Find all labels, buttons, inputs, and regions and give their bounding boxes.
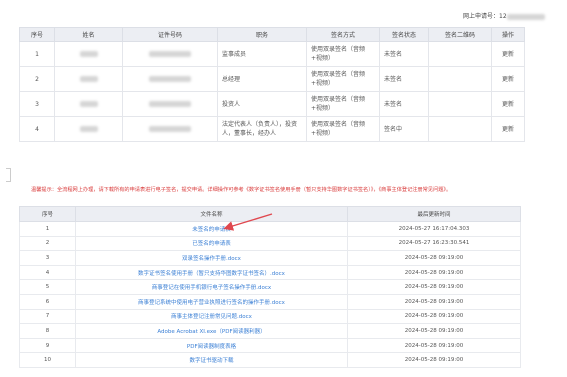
signer-status: 签名中: [379, 116, 429, 142]
file-no: 5: [19, 279, 76, 295]
file-no: 10: [19, 352, 76, 368]
file-row: 5 商事登记在使用手机银行电子签名操作手册.docx 2024-05-28 09:1…: [19, 279, 521, 295]
file-no: 7: [19, 308, 76, 325]
file-updated-time: 2024-05-28 09:19:00: [347, 337, 521, 354]
online-application-number: 网上申请号：12: [463, 11, 545, 20]
signer-id-redacted: [122, 66, 218, 92]
file-updated-time: 2024-05-28 09:19:00: [347, 323, 521, 339]
update-link[interactable]: 更新: [491, 41, 525, 67]
notice-text: 温馨提示：全流程网上办理，请下载所有的申请表进行电子签名，提交申请。详细操作可参…: [31, 187, 452, 193]
file-row: 4 数字证书签名使用手册（暂只支持华图数字证书签名）.docx 2024-05-28…: [19, 264, 521, 281]
signer-no: 1: [19, 41, 55, 67]
file-link[interactable]: Adobe Acrobat XI.exe（PDF阅读器利器）: [75, 323, 348, 339]
signer-name-redacted: [54, 41, 123, 67]
file-row: 10 数字证书驱动下载 2024-05-28 09:19:00: [19, 352, 521, 368]
col-header-sign-qrcode: 签名二维码: [428, 27, 492, 42]
file-no: 1: [19, 221, 76, 237]
signer-role: 法定代表人（负责人），投资人，董事长，经办人: [217, 116, 307, 142]
signer-row: 2 总经理 使用双录签名（音频+视频） 未签名 更新: [19, 66, 525, 92]
file-row: 9 PDF阅读器制度表格 2024-05-28 09:19:00: [19, 337, 521, 354]
signer-no: 2: [19, 66, 55, 92]
signer-method: 使用双录签名（音频+视频）: [306, 116, 380, 142]
file-link[interactable]: 数字证书签名使用手册（暂只支持华图数字证书签名）.docx: [75, 264, 348, 281]
col-header-file-no: 序号: [19, 206, 76, 222]
file-link[interactable]: 已签名的申请表: [75, 235, 348, 252]
file-row: 1 未签名的申请表 2024-05-27 16:17:04.303: [19, 221, 521, 237]
signer-no: 4: [19, 116, 55, 142]
signer-status: 未签名: [379, 91, 429, 117]
col-header-name: 姓名: [54, 27, 123, 42]
signer-id-redacted: [122, 41, 218, 67]
file-updated-time: 2024-05-27 16:23:30.541: [347, 235, 521, 252]
file-row: 3 双录签名操作手册.docx 2024-05-28 09:19:00: [19, 250, 521, 266]
signer-method: 使用双录签名（音频+视频）: [306, 66, 380, 92]
file-updated-time: 2024-05-27 16:17:04.303: [347, 221, 521, 237]
file-row: 7 商事主体登记注册常见问题.docx 2024-05-28 09:19:00: [19, 308, 521, 325]
signer-row: 3 投资人 使用双录签名（音频+视频） 未签名 更新: [19, 91, 525, 117]
signer-qrcode: [428, 116, 492, 142]
signer-method: 使用双录签名（音频+视频）: [306, 41, 380, 67]
file-no: 2: [19, 235, 76, 252]
file-updated-time: 2024-05-28 09:19:00: [347, 279, 521, 295]
file-updated-time: 2024-05-28 09:19:00: [347, 308, 521, 325]
signers-header-row: 序号 姓名 证件号码 职务 签名方式 签名状态 签名二维码 操作: [19, 27, 525, 42]
signer-role: 监事成员: [217, 41, 307, 67]
signer-qrcode: [428, 41, 492, 67]
file-updated-time: 2024-05-28 09:19:00: [347, 352, 521, 368]
files-table: 序号 文件名称 最后更新时间 1 未签名的申请表 2024-05-27 16:17:…: [19, 206, 521, 368]
signer-row: 1 监事成员 使用双录签名（音频+视频） 未签名 更新: [19, 41, 525, 67]
file-link[interactable]: 数字证书驱动下载: [75, 352, 348, 368]
file-link[interactable]: 商事登记系统中使用电子营业执照进行签名的操作手册.docx: [75, 293, 348, 310]
file-no: 3: [19, 250, 76, 266]
file-link[interactable]: 未签名的申请表: [75, 221, 348, 237]
signer-status: 未签名: [379, 41, 429, 67]
col-header-sign-status: 签名状态: [379, 27, 429, 42]
signer-role: 总经理: [217, 66, 307, 92]
file-updated-time: 2024-05-28 09:19:00: [347, 250, 521, 266]
file-link[interactable]: 商事主体登记注册常见问题.docx: [75, 308, 348, 325]
file-row: 8 Adobe Acrobat XI.exe（PDF阅读器利器） 2024-05-2…: [19, 323, 521, 339]
file-no: 4: [19, 264, 76, 281]
redacted-number: [506, 13, 545, 20]
signer-name-redacted: [54, 91, 123, 117]
file-no: 8: [19, 323, 76, 339]
signer-qrcode: [428, 66, 492, 92]
signer-role: 投资人: [217, 91, 307, 117]
signer-no: 3: [19, 91, 55, 117]
update-link[interactable]: 更新: [491, 66, 525, 92]
file-link[interactable]: 商事登记在使用手机银行电子签名操作手册.docx: [75, 279, 348, 295]
col-header-file-name: 文件名称: [75, 206, 348, 222]
signer-status: 未签名: [379, 66, 429, 92]
update-link[interactable]: 更新: [491, 91, 525, 117]
side-collapse-handle[interactable]: [6, 168, 11, 182]
col-header-id-number: 证件号码: [122, 27, 218, 42]
col-header-role: 职务: [217, 27, 307, 42]
file-link[interactable]: 双录签名操作手册.docx: [75, 250, 348, 266]
file-row: 2 已签名的申请表 2024-05-27 16:23:30.541: [19, 235, 521, 252]
col-header-action: 操作: [491, 27, 525, 42]
signer-name-redacted: [54, 66, 123, 92]
update-link[interactable]: 更新: [491, 116, 525, 142]
signer-row: 4 法定代表人（负责人），投资人，董事长，经办人 使用双录签名（音频+视频） 签…: [19, 116, 525, 142]
signer-qrcode: [428, 91, 492, 117]
file-updated-time: 2024-05-28 09:19:00: [347, 293, 521, 310]
col-header-updated-time: 最后更新时间: [347, 206, 521, 222]
online-application-number-label: 网上申请号：12: [463, 13, 507, 20]
file-link[interactable]: PDF阅读器制度表格: [75, 337, 348, 354]
signers-table: 序号 姓名 证件号码 职务 签名方式 签名状态 签名二维码 操作 1 监事成员 …: [19, 27, 525, 142]
signer-name-redacted: [54, 116, 123, 142]
file-row: 6 商事登记系统中使用电子营业执照进行签名的操作手册.docx 2024-05-28…: [19, 293, 521, 310]
signer-id-redacted: [122, 116, 218, 142]
signer-id-redacted: [122, 91, 218, 117]
col-header-sign-method: 签名方式: [306, 27, 380, 42]
col-header-no: 序号: [19, 27, 55, 42]
file-updated-time: 2024-05-28 09:19:00: [347, 264, 521, 281]
signer-method: 使用双录签名（音频+视频）: [306, 91, 380, 117]
file-no: 9: [19, 337, 76, 354]
files-header-row: 序号 文件名称 最后更新时间: [19, 206, 521, 222]
file-no: 6: [19, 293, 76, 310]
